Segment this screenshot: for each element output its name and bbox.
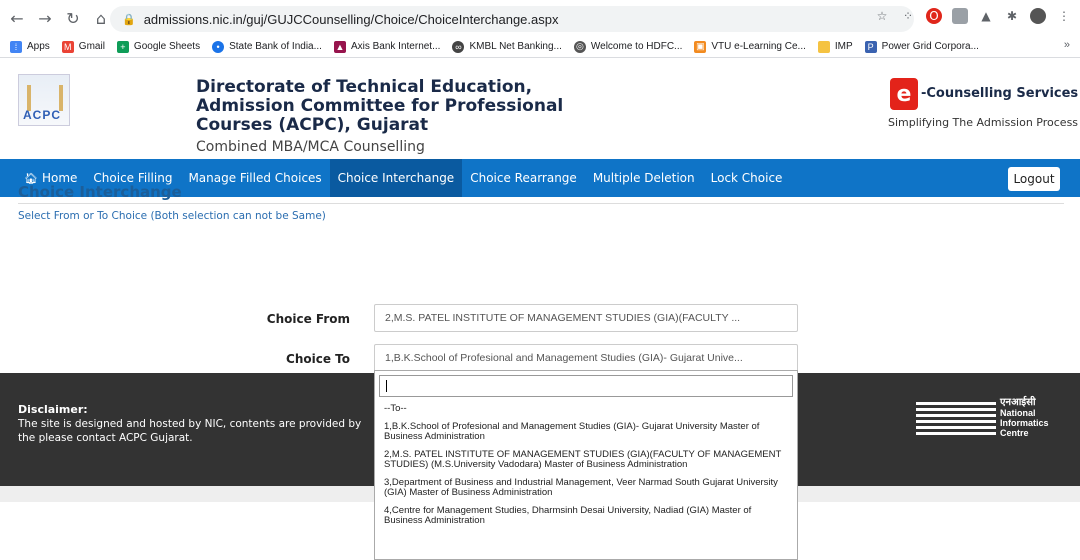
axis-icon: ▲	[333, 40, 346, 53]
logo-text: ACPC	[23, 108, 62, 122]
choice-to-label: Choice To	[286, 352, 350, 366]
bookmark-item[interactable]: ▣ VTU e-Learning Ce...	[694, 40, 806, 53]
gmail-icon: M	[61, 40, 74, 53]
bookmark-label: Google Sheets	[133, 41, 201, 52]
bookmark-label: IMP	[834, 41, 853, 52]
text-caret	[386, 380, 387, 392]
tab-extension-icon[interactable]	[952, 8, 968, 24]
dropdown-search-input[interactable]	[379, 375, 793, 397]
bookmark-label: Gmail	[78, 41, 105, 52]
nic-bars-icon	[916, 402, 996, 438]
choice-from-label: Choice From	[266, 312, 350, 326]
lock-icon: 🔒	[122, 12, 136, 26]
powergrid-icon: P	[864, 40, 877, 53]
bookmark-label: Axis Bank Internet...	[350, 41, 441, 52]
profile-avatar[interactable]	[1030, 8, 1046, 24]
dropdown-options: --To-- 1,B.K.School of Profesional and M…	[375, 401, 797, 531]
nic-logo: एनआईसी National Informatics Centre	[916, 398, 1049, 442]
url-text: admissions.nic.in/guj/GUJCCounselling/Ch…	[143, 11, 559, 27]
dropdown-option[interactable]: 1,B.K.School of Profesional and Manageme…	[375, 419, 797, 447]
reload-icon[interactable]: ↻	[62, 7, 84, 29]
puzzle-icon[interactable]: ✱	[1004, 8, 1020, 24]
extension-icon[interactable]: ⁘	[900, 8, 916, 24]
org-title: Directorate of Technical Education, Admi…	[196, 77, 564, 135]
dropdown-option[interactable]: 4,Centre for Management Studies, Dharmsi…	[375, 503, 797, 531]
bookmark-label: Power Grid Corpora...	[881, 41, 979, 52]
dropdown-option[interactable]: 3,Department of Business and Industrial …	[375, 475, 797, 503]
folder-icon	[817, 40, 830, 53]
bookmark-item[interactable]: M Gmail	[61, 40, 105, 53]
browser-toolbar: ← → ↻ ⌂ 🔒 admissions.nic.in/guj/GUJCCoun…	[0, 0, 1080, 36]
kotak-icon: ∞	[452, 40, 465, 53]
bookmark-label: KMBL Net Banking...	[469, 41, 562, 52]
bookmark-label: Apps	[27, 41, 50, 52]
nic-line: Centre	[1000, 428, 1029, 438]
vtu-icon: ▣	[694, 40, 707, 53]
sheets-icon: +	[116, 40, 129, 53]
bookmark-label: State Bank of India...	[229, 41, 322, 52]
opera-extension-icon[interactable]: O	[926, 8, 942, 24]
nav-lock-choice[interactable]: Lock Choice	[703, 159, 791, 197]
bookmark-item[interactable]: P Power Grid Corpora...	[864, 40, 979, 53]
nav-manage-filled-choices[interactable]: Manage Filled Choices	[180, 159, 329, 197]
bookmark-item[interactable]: ∞ KMBL Net Banking...	[452, 40, 562, 53]
nav-multiple-deletion[interactable]: Multiple Deletion	[585, 159, 703, 197]
drive-extension-icon[interactable]: ▲	[978, 8, 994, 24]
back-icon[interactable]: ←	[6, 7, 28, 29]
e-counselling-logo-icon: e	[890, 78, 918, 110]
logout-button[interactable]: Logout	[1008, 167, 1060, 191]
sbi-icon: •	[212, 40, 225, 53]
bookmark-item[interactable]: ▲ Axis Bank Internet...	[333, 40, 441, 53]
apps-icon: ⁞	[10, 40, 22, 53]
title-divider	[18, 203, 1064, 204]
acpc-logo: ACPC	[18, 74, 70, 126]
bookmark-label: Welcome to HDFC...	[590, 41, 683, 52]
extensions-area: ☆ ⁘ O ▲ ✱ ⋮	[874, 8, 1072, 24]
e-counselling-title: -Counselling Services	[921, 86, 1079, 101]
choice-to-dropdown: --To-- 1,B.K.School of Profesional and M…	[374, 370, 798, 560]
nic-text: एनआईसी National Informatics Centre	[1000, 397, 1049, 439]
globe-icon: ◎	[573, 40, 586, 53]
e-counselling-tagline: Simplifying The Admission Process	[888, 116, 1079, 129]
disclaimer-text: The site is designed and hosted by NIC, …	[18, 418, 362, 444]
nic-line: National	[1000, 408, 1036, 418]
bookmark-item[interactable]: ⁞ Apps	[10, 40, 50, 53]
dropdown-option[interactable]: 2,M.S. PATEL INSTITUTE OF MANAGEMENT STU…	[375, 447, 797, 475]
choice-from-select[interactable]: 2,M.S. PATEL INSTITUTE OF MANAGEMENT STU…	[374, 304, 798, 332]
home-icon[interactable]: ⌂	[90, 7, 112, 29]
menu-icon[interactable]: ⋮	[1056, 8, 1072, 24]
bookmarks-more-icon[interactable]: »	[1064, 39, 1070, 51]
counselling-subtitle: Combined MBA/MCA Counselling	[196, 139, 425, 155]
nav-choice-interchange[interactable]: Choice Interchange	[329, 159, 463, 197]
nic-line: Informatics	[1000, 418, 1049, 428]
bookmark-label: VTU e-Learning Ce...	[711, 41, 806, 52]
disclaimer-title: Disclaimer:	[18, 403, 88, 416]
dropdown-option[interactable]: --To--	[375, 401, 797, 419]
bookmark-item[interactable]: + Google Sheets	[116, 40, 201, 53]
nav-choice-rearrange[interactable]: Choice Rearrange	[462, 159, 585, 197]
instruction-text: Select From or To Choice (Both selection…	[18, 210, 326, 222]
bookmark-item[interactable]: • State Bank of India...	[212, 40, 322, 53]
page-title: Choice Interchange	[18, 183, 182, 201]
bookmark-item[interactable]: IMP	[817, 40, 853, 53]
bookmarks-bar: ⁞ Apps M Gmail + Google Sheets • State Bank …	[0, 36, 1080, 58]
star-icon[interactable]: ☆	[874, 8, 890, 24]
choice-to-select[interactable]: 1,B.K.School of Profesional and Manageme…	[374, 344, 798, 372]
disclaimer: Disclaimer: The site is designed and hos…	[18, 403, 378, 445]
nic-hindi-text: एनआईसी	[1000, 397, 1036, 408]
bookmark-item[interactable]: ◎ Welcome to HDFC...	[573, 40, 683, 53]
forward-icon[interactable]: →	[34, 7, 56, 29]
address-bar[interactable]: 🔒 admissions.nic.in/guj/GUJCCounselling/…	[110, 6, 914, 32]
